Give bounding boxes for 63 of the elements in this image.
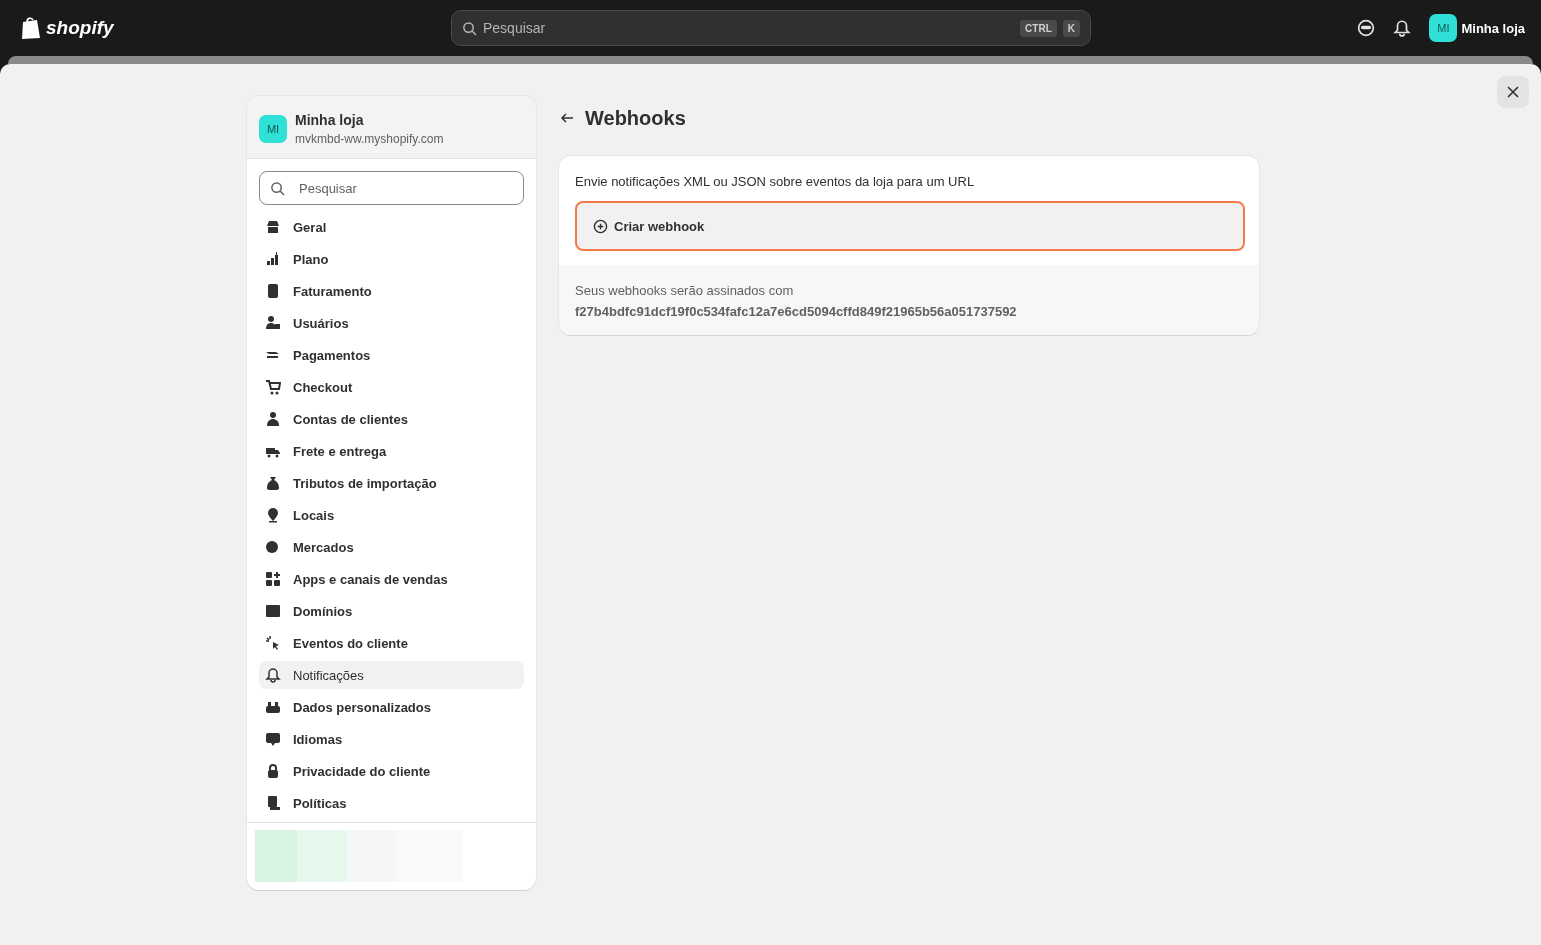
sidebar-item-label: Apps e canais de vendas xyxy=(293,571,448,587)
sidebar-item-label: Tributos de importação xyxy=(293,475,437,491)
sidebar-item[interactable]: Eventos do cliente xyxy=(259,629,524,657)
store-avatar: MI xyxy=(259,115,287,143)
sidebar-item-label: Privacidade do cliente xyxy=(293,763,431,779)
sidebar-item-label: Plano xyxy=(293,251,329,267)
sidebar-item-label: Geral xyxy=(293,219,327,235)
search-placeholder: Pesquisar xyxy=(299,180,357,196)
sidebar-item[interactable]: Contas de clientes xyxy=(259,405,524,433)
sidebar-item[interactable]: Apps e canais de vendas xyxy=(259,565,524,593)
sidebar-item-label: Políticas xyxy=(293,795,347,811)
search-icon xyxy=(462,20,477,36)
keyboard-key: K xyxy=(1062,19,1080,37)
close-icon xyxy=(1506,85,1520,99)
card-description: Envie notificações XML ou JSON sobre eventos da loja para um URL xyxy=(575,174,976,189)
sidebar-item[interactable]: Plano xyxy=(259,245,524,273)
sidebar-item[interactable]: Políticas xyxy=(259,789,524,817)
sidebar-item[interactable]: Pagamentos xyxy=(259,341,524,369)
sidebar-item-label: Faturamento xyxy=(293,283,372,299)
sidebar-item[interactable]: Frete e entrega xyxy=(259,437,524,465)
sidebar-item-label: Mercados xyxy=(293,539,354,555)
store-avatar[interactable]: MI xyxy=(1429,14,1458,42)
signature-label: Seus webhooks serão assinados com xyxy=(575,283,795,298)
face-mask-icon[interactable] xyxy=(1357,19,1376,37)
store-domain: mvkmbd-ww.myshopify.com xyxy=(295,132,444,146)
sidebar-item[interactable]: Usuários xyxy=(259,309,524,337)
sidebar-item-label: Usuários xyxy=(293,315,349,331)
sidebar-item-label: Contas de clientes xyxy=(293,411,408,427)
search-placeholder: Pesquisar xyxy=(483,20,547,36)
shopify-logo-text[interactable]: shopify xyxy=(46,17,114,39)
create-webhook-button[interactable]: Criar webhook xyxy=(575,201,1245,251)
search-field[interactable]: Pesquisar CTRL K xyxy=(451,10,1091,46)
plus-circle-icon xyxy=(593,218,608,234)
store-name[interactable]: Minha loja xyxy=(1461,20,1525,36)
sidebar-item-label: Pagamentos xyxy=(293,347,371,363)
search-field[interactable]: Pesquisar xyxy=(259,171,524,205)
bell-icon[interactable] xyxy=(1393,19,1412,37)
sidebar-item[interactable]: Mercados xyxy=(259,533,524,561)
close-button[interactable] xyxy=(1497,76,1529,108)
sidebar-item-label: Frete e entrega xyxy=(293,443,387,459)
sidebar-item-label: Locais xyxy=(293,507,335,523)
sidebar-item-label: Dados personalizados xyxy=(293,699,431,715)
sidebar-item[interactable]: Geral xyxy=(259,213,524,241)
shopping-bag-icon xyxy=(20,16,42,40)
sidebar-item-label: Idiomas xyxy=(293,731,343,747)
sidebar-item[interactable]: Notificações xyxy=(259,661,524,689)
sidebar-item[interactable]: Faturamento xyxy=(259,277,524,305)
sidebar-item[interactable]: Privacidade do cliente xyxy=(259,757,524,785)
signature-key: f27b4bdfc91dcf19f0c534fafc12a7e6cd5094cffd849f21965b56a051737592 xyxy=(575,304,1243,319)
sidebar-item[interactable]: Idiomas xyxy=(259,725,524,753)
sidebar-item-label: Eventos do cliente xyxy=(293,635,408,651)
store-name: Minha loja xyxy=(295,112,365,128)
page-title: Webhooks xyxy=(585,106,686,130)
sidebar-item[interactable]: Locais xyxy=(259,501,524,529)
sidebar-item-label: Domínios xyxy=(293,603,353,619)
sidebar-item-label: Notificações xyxy=(293,667,364,683)
sidebar-item[interactable]: Domínios xyxy=(259,597,524,625)
sidebar-item[interactable]: Checkout xyxy=(259,373,524,401)
sidebar-item[interactable]: Dados personalizados xyxy=(259,693,524,721)
keyboard-key: CTRL xyxy=(1020,19,1057,37)
sidebar-item-label: Checkout xyxy=(293,379,353,395)
sidebar-item[interactable]: Tributos de importação xyxy=(259,469,524,497)
search-icon xyxy=(270,180,285,196)
